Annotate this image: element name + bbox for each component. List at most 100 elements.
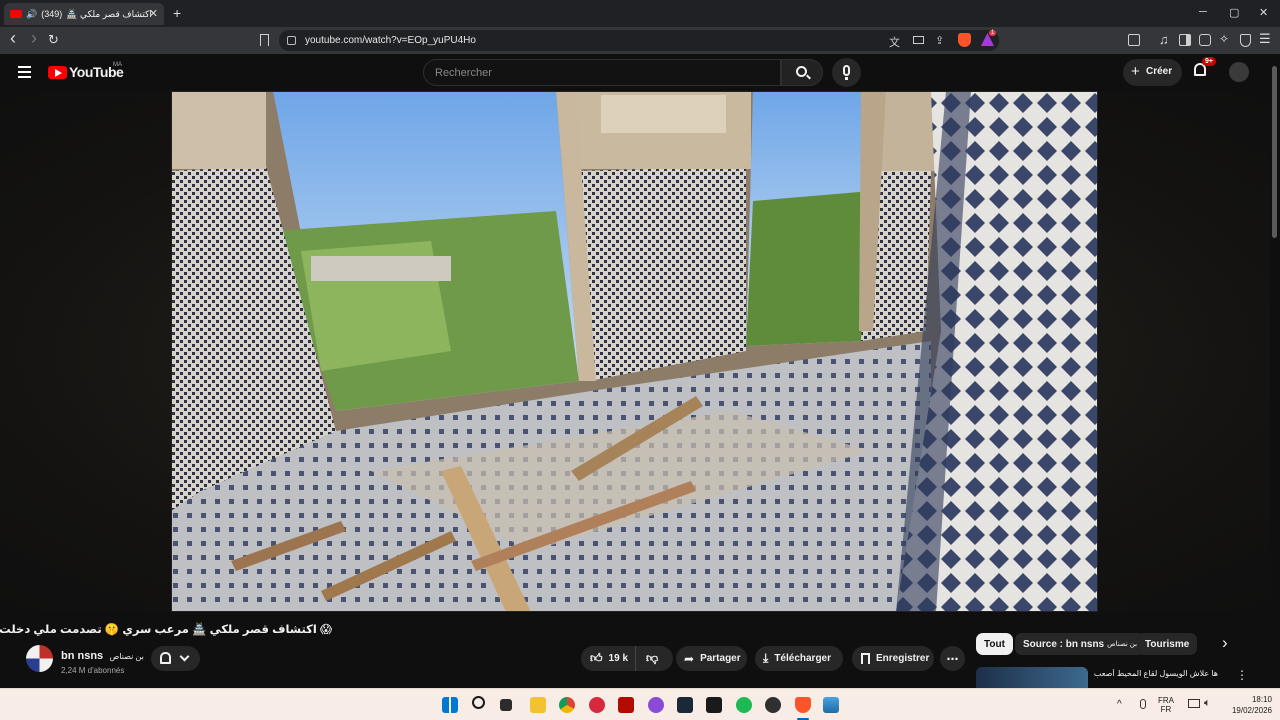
scrollbar-thumb[interactable] [1272, 66, 1277, 238]
youtube-favicon-icon [10, 10, 22, 18]
channel-avatar[interactable] [26, 645, 53, 672]
dislike-button[interactable]: 👎︎ [636, 651, 658, 666]
cast-icon[interactable] [913, 36, 924, 44]
channel-info: bn nsns بن نصناص 2,24 M d'abonnés [61, 646, 144, 675]
microphone-tray-icon[interactable] [1140, 699, 1146, 709]
address-bar[interactable]: youtube.com/watch?v=EOp_yuPU4Ho 文 ⇪ 1 [279, 30, 999, 51]
video-frame[interactable] [171, 91, 1098, 612]
share-button[interactable]: ➦ Partager [676, 646, 747, 671]
plus-icon: + [1131, 63, 1140, 80]
file-explorer-icon[interactable] [530, 697, 546, 713]
terminal-icon[interactable] [706, 697, 722, 713]
media-icon[interactable]: ♫ [1159, 32, 1169, 47]
search-button[interactable] [781, 59, 823, 86]
app-red-icon[interactable] [589, 697, 605, 713]
bookmark-save-icon [861, 653, 870, 664]
leo-ai-icon[interactable]: ✧ [1219, 32, 1229, 46]
tab-notification-count: (349) [41, 9, 63, 19]
like-count: 19 k [608, 653, 629, 664]
region-code: MA [113, 62, 122, 68]
subscription-bell-button[interactable] [151, 646, 200, 671]
close-window-button[interactable]: ✕ [1259, 6, 1268, 19]
chevron-down-icon [179, 651, 190, 662]
thumbs-up-icon: 👍︎ [590, 651, 603, 665]
wallet-icon[interactable] [1199, 34, 1211, 46]
thumbs-down-icon: 👎︎ [646, 651, 659, 665]
voice-search-button[interactable] [832, 58, 861, 87]
clock[interactable]: 18:10 19/02/2026 [1228, 695, 1272, 715]
keyboard-layout: FR [1160, 705, 1172, 714]
recommendation-menu-icon[interactable]: ⋮ [1236, 668, 1248, 682]
volume-icon[interactable]: 🔈︎ [1204, 697, 1211, 710]
messenger-icon[interactable] [648, 697, 664, 713]
vpn-shield-icon[interactable] [1240, 34, 1251, 47]
taskbar-search-icon[interactable] [472, 696, 485, 709]
channel-name[interactable]: bn nsns [61, 650, 103, 662]
chrome-icon[interactable] [559, 697, 575, 713]
download-icon: ⤓ [763, 651, 769, 665]
photos-icon[interactable] [823, 697, 839, 713]
video-scene-image [171, 91, 1098, 612]
video-player[interactable] [0, 91, 1270, 612]
browser-toolbar: ‹ › ↻ youtube.com/watch?v=EOp_yuPU4Ho 文 … [0, 27, 1280, 54]
chip-all[interactable]: Tout [976, 633, 1013, 655]
brave-browser-icon[interactable] [795, 697, 811, 713]
task-view-icon[interactable] [500, 699, 512, 711]
steam-icon[interactable] [677, 697, 693, 713]
windows-start-icon[interactable] [442, 697, 458, 713]
more-horizontal-icon: ⋯ [946, 651, 959, 666]
dark-app-icon[interactable] [765, 697, 781, 713]
url-text: youtube.com/watch?v=EOp_yuPU4Ho [305, 35, 476, 46]
recommendation-title[interactable]: ها علاش الويسول لقاع المحيط أصعب من [1092, 669, 1218, 678]
video-title: 😱 اكتشاف قصر ملكي 🏯 مرعب سري 🤫 تصدمت ملي… [0, 624, 332, 636]
chip-source-arabic: بن نصناص [1107, 641, 1138, 648]
bookmark-icon[interactable] [260, 34, 269, 46]
spotify-icon[interactable] [736, 697, 752, 713]
subscriber-count: 2,24 M d'abonnés [61, 666, 125, 675]
forward-button[interactable]: › [31, 28, 37, 49]
share-page-icon[interactable]: ⇪ [935, 34, 944, 47]
chip-source[interactable]: Source : bn nsns بن نصناص [1015, 633, 1146, 655]
translate-icon[interactable]: 文 [889, 34, 900, 50]
clock-date: 19/02/2026 [1231, 706, 1272, 715]
search-placeholder: Rechercher [435, 67, 492, 79]
bell-icon [160, 652, 171, 664]
site-settings-icon[interactable] [287, 36, 296, 45]
windows-taskbar: ^ FRA FR 🔈︎ 18:10 19/02/2026 [0, 688, 1280, 720]
chip-tourism-label: Tourisme [1145, 638, 1190, 650]
like-button[interactable]: 👍︎ 19 k [581, 646, 636, 671]
tray-overflow-chevron[interactable]: ^ [1117, 699, 1122, 710]
create-label: Créer [1146, 66, 1173, 77]
chips-next-chevron-icon[interactable]: › [1222, 633, 1228, 653]
brave-shields-icon[interactable] [958, 33, 971, 47]
new-tab-button[interactable]: + [173, 5, 181, 21]
tab-close-icon[interactable]: ✕ [149, 7, 158, 20]
download-button[interactable]: ⤓ Télécharger [755, 646, 843, 671]
tab-search-icon[interactable] [1128, 34, 1140, 46]
chip-all-label: Tout [984, 638, 1005, 650]
save-label: Enregistrer [876, 653, 930, 664]
speaker-icon[interactable]: 🔊 [26, 9, 37, 20]
account-avatar[interactable] [1229, 62, 1249, 82]
create-button[interactable]: + Créer [1123, 59, 1182, 86]
acrobat-icon[interactable] [618, 697, 634, 713]
share-arrow-icon: ➦ [684, 651, 695, 666]
language-indicator[interactable]: FRA FR [1158, 696, 1174, 714]
maximize-button[interactable]: ▢ [1229, 6, 1239, 19]
chip-source-label: Source : bn nsns [1023, 638, 1105, 650]
sidebar-icon[interactable] [1179, 34, 1191, 46]
main-menu-icon[interactable]: ☰ [1259, 31, 1271, 47]
reload-button[interactable]: ↻ [48, 32, 59, 48]
back-button[interactable]: ‹ [10, 28, 16, 49]
search-input[interactable]: Rechercher [423, 59, 781, 86]
clock-time: 18:10 [1251, 695, 1272, 704]
recommendation-thumbnail[interactable] [976, 667, 1088, 688]
browser-tab-youtube[interactable]: 🔊 (349) اكتشاف قصر ملكي 🏯 ✕ [4, 3, 164, 25]
chip-tourism[interactable]: Tourisme [1137, 633, 1198, 655]
more-actions-button[interactable]: ⋯ [940, 646, 965, 671]
minimize-button[interactable]: ─ [1199, 6, 1207, 18]
network-icon[interactable] [1188, 699, 1200, 708]
save-button[interactable]: Enregistrer [852, 646, 934, 671]
microphone-icon [843, 65, 850, 76]
language-code: FRA [1158, 696, 1174, 705]
